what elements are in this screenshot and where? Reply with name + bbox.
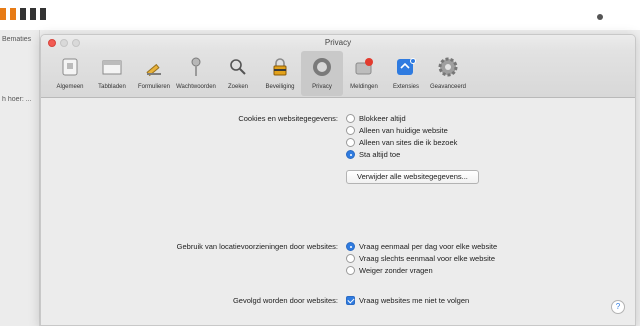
location-option-deny[interactable]: Weiger zonder vragen [346, 266, 433, 275]
cookies-label: Cookies en websitegegevens: [238, 114, 338, 123]
option-label: Weiger zonder vragen [359, 266, 433, 275]
background-text: h hoer: ... [2, 96, 32, 103]
key-icon [184, 55, 208, 79]
radio-button[interactable] [346, 254, 355, 263]
option-label: Alleen van huidige website [359, 126, 448, 135]
option-label: Alleen van sites die ik bezoek [359, 138, 458, 147]
tab-label: Meldingen [350, 84, 378, 90]
radio-button[interactable] [346, 138, 355, 147]
tab-label: Algemeen [56, 84, 84, 90]
tab-wachtwoorden[interactable]: Wachtwoorden [175, 51, 217, 96]
preferences-window: Privacy Algemeen Tabbladen Formulieren W… [40, 34, 636, 326]
background-cursor-dot [597, 14, 603, 20]
tab-label: Beveiliging [265, 84, 295, 90]
location-option-daily[interactable]: Vraag eenmaal per dag voor elke website [346, 242, 497, 251]
tab-privacy[interactable]: Privacy [301, 51, 343, 96]
option-label: Sta altijd toe [359, 150, 401, 159]
radio-button[interactable] [346, 126, 355, 135]
radio-button-selected[interactable] [346, 242, 355, 251]
tab-tabbladen[interactable]: Tabbladen [91, 51, 133, 96]
location-option-once[interactable]: Vraag slechts eenmaal voor elke website [346, 254, 495, 263]
notifications-icon [352, 55, 376, 79]
tab-label: Tabbladen [98, 84, 126, 90]
privacy-pane: Cookies en websitegegevens: Blokkeer alt… [41, 98, 635, 325]
preferences-toolbar: Algemeen Tabbladen Formulieren Wachtwoor… [41, 51, 635, 98]
cookies-option-always-allow[interactable]: Sta altijd toe [346, 150, 400, 159]
tab-label: Zoeken [227, 84, 248, 90]
radio-button-selected[interactable] [346, 150, 355, 159]
pencil-icon [142, 55, 166, 79]
help-button[interactable]: ? [611, 300, 625, 314]
tab-algemeen[interactable]: Algemeen [49, 51, 91, 96]
tab-beveiliging[interactable]: Beveiliging [259, 51, 301, 96]
tab-label: Wachtwoorden [176, 84, 216, 90]
general-switch-icon [58, 55, 82, 79]
radio-button[interactable] [346, 266, 355, 275]
tab-meldingen[interactable]: Meldingen [343, 51, 385, 96]
tab-zoeken[interactable]: Zoeken [217, 51, 259, 96]
tab-label: Geavanceerd [429, 84, 467, 90]
background-text: Bematies [2, 36, 32, 43]
tabs-icon [100, 55, 124, 79]
option-label: Blokkeer altijd [359, 114, 406, 123]
cookies-option-current-site[interactable]: Alleen van huidige website [346, 126, 448, 135]
radio-button[interactable] [346, 114, 355, 123]
option-label: Vraag websites me niet te volgen [359, 296, 470, 305]
privacy-hand-icon [310, 55, 334, 79]
checkbox-checked[interactable] [346, 296, 355, 305]
tab-geavanceerd[interactable]: Geavanceerd [427, 51, 469, 96]
tab-label: Formulieren [137, 84, 170, 90]
background-logo [0, 8, 46, 20]
title-bar[interactable]: Privacy [41, 35, 635, 51]
cookies-option-block[interactable]: Blokkeer altijd [346, 114, 406, 123]
background-sidebar: Bematies h hoer: ... [0, 30, 40, 326]
tracking-label: Gevolgd worden door websites: [232, 296, 338, 305]
extensions-icon [394, 55, 418, 79]
option-label: Vraag slechts eenmaal voor elke website [359, 254, 496, 263]
tab-label: Extensies [392, 84, 419, 90]
gear-icon [436, 55, 460, 79]
tab-label: Privacy [312, 84, 332, 90]
cookies-option-visited-sites[interactable]: Alleen van sites die ik bezoek [346, 138, 457, 147]
magnifier-icon [226, 55, 250, 79]
option-label: Vraag eenmaal per dag voor elke website [359, 242, 498, 251]
background-browser-top [0, 0, 640, 30]
remove-website-data-button[interactable]: Verwijder alle websitegegevens... [346, 170, 479, 184]
lock-icon [268, 55, 292, 79]
location-label: Gebruik van locatievoorzieningen door we… [176, 242, 338, 251]
tab-formulieren[interactable]: Formulieren [133, 51, 175, 96]
do-not-track-option[interactable]: Vraag websites me niet te volgen [346, 296, 469, 305]
tab-extensies[interactable]: Extensies [385, 51, 427, 96]
window-title: Privacy [324, 38, 352, 47]
